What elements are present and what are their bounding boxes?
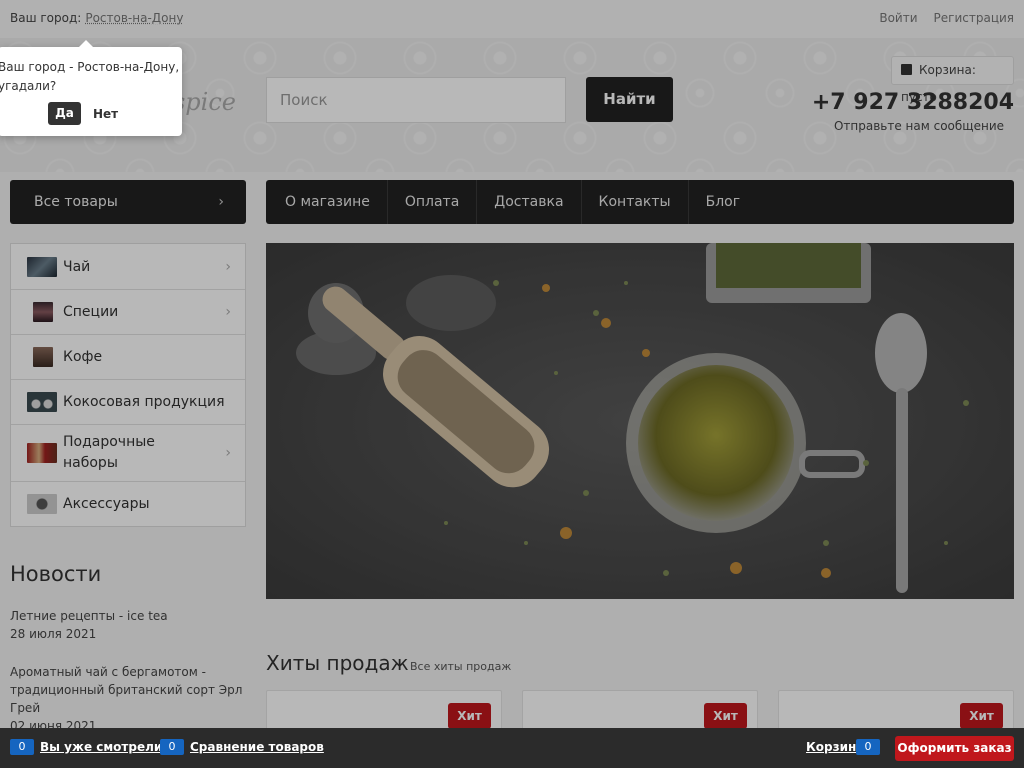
compare-count-badge: 0 [160,739,184,755]
city-confirm-popup: Ваш город - Ростов-на-Дону, угадали? Да … [0,40,182,136]
compare-products-link[interactable]: Сравнение товаров [190,740,324,754]
bottom-bar: 0 Вы уже смотрели 0 Сравнение товаров Ко… [0,728,1024,768]
city-no-button[interactable]: Нет [93,107,118,121]
cart-count-badge: 0 [856,739,880,755]
viewed-count-badge: 0 [10,739,34,755]
city-question: Ваш город - Ростов-на-Дону, угадали? [0,60,180,93]
viewed-products-link[interactable]: Вы уже смотрели [40,740,162,754]
checkout-button[interactable]: Оформить заказ [895,736,1014,761]
city-yes-button[interactable]: Да [48,102,81,125]
